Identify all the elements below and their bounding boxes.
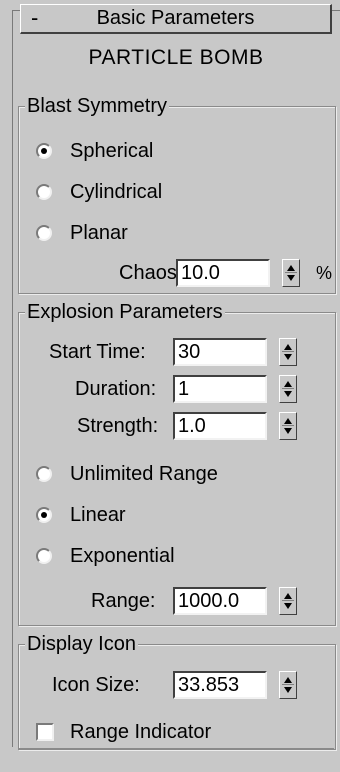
start-time-input[interactable]: 30 bbox=[173, 338, 267, 366]
range-input[interactable]: 1000.0 bbox=[173, 587, 267, 615]
range-indicator-label: Range Indicator bbox=[70, 721, 212, 743]
spinner-up-icon[interactable] bbox=[284, 593, 292, 599]
start-time-label: Start Time: bbox=[49, 341, 146, 363]
strength-label: Strength: bbox=[77, 415, 159, 437]
chaos-label: Chaos: bbox=[119, 262, 183, 284]
blast-symmetry-legend: Blast Symmetry bbox=[25, 93, 170, 119]
spinner-up-icon[interactable] bbox=[284, 677, 292, 683]
spinner-up-icon[interactable] bbox=[287, 265, 295, 271]
spinner-down-icon[interactable] bbox=[284, 428, 292, 434]
spinner-down-icon[interactable] bbox=[284, 391, 292, 397]
radio-unlimited-range[interactable]: Unlimited Range bbox=[36, 459, 296, 489]
radio-planar[interactable]: Planar bbox=[36, 218, 236, 248]
spinner-up-icon[interactable] bbox=[284, 381, 292, 387]
radio-label-linear: Linear bbox=[70, 504, 126, 526]
chaos-unit-label: % bbox=[316, 263, 333, 283]
duration-input[interactable]: 1 bbox=[173, 375, 267, 403]
start-time-spinner[interactable] bbox=[279, 338, 297, 366]
duration-label: Duration: bbox=[75, 378, 157, 400]
radio-cylindrical[interactable]: Cylindrical bbox=[36, 177, 236, 207]
radio-label-cylindrical: Cylindrical bbox=[70, 181, 163, 203]
chaos-input[interactable]: 10.0 bbox=[176, 259, 270, 287]
rollout-header[interactable]: - Basic Parameters bbox=[20, 4, 332, 34]
radio-spherical[interactable]: Spherical bbox=[36, 136, 236, 166]
spinner-up-icon[interactable] bbox=[284, 418, 292, 424]
radio-button-icon[interactable] bbox=[36, 466, 52, 482]
radio-label-planar: Planar bbox=[70, 222, 128, 244]
checkbox-icon[interactable] bbox=[36, 723, 54, 741]
spinner-down-icon[interactable] bbox=[284, 354, 292, 360]
strength-input[interactable]: 1.0 bbox=[173, 412, 267, 440]
radio-button-icon[interactable] bbox=[36, 143, 52, 159]
strength-spinner[interactable] bbox=[279, 412, 297, 440]
radio-linear[interactable]: Linear bbox=[36, 500, 236, 530]
radio-button-icon[interactable] bbox=[36, 507, 52, 523]
object-type-label: PARTICLE BOMB bbox=[88, 46, 264, 69]
display-icon-legend: Display Icon bbox=[25, 631, 138, 657]
radio-button-icon[interactable] bbox=[36, 184, 52, 200]
radio-exponential[interactable]: Exponential bbox=[36, 541, 236, 571]
chaos-spinner[interactable] bbox=[282, 259, 300, 287]
range-indicator-checkbox[interactable]: Range Indicator bbox=[36, 717, 276, 747]
radio-label-spherical: Spherical bbox=[70, 140, 154, 162]
spinner-down-icon[interactable] bbox=[284, 603, 292, 609]
rollout-title: Basic Parameters bbox=[96, 7, 255, 29]
icon-size-input[interactable]: 33.853 bbox=[173, 671, 267, 699]
radio-button-icon[interactable] bbox=[36, 548, 52, 564]
spinner-down-icon[interactable] bbox=[284, 687, 292, 693]
radio-label-exponential: Exponential bbox=[70, 545, 175, 567]
basic-parameters-panel: - Basic Parameters PARTICLE BOMB Blast S… bbox=[0, 0, 340, 772]
spinner-up-icon[interactable] bbox=[284, 344, 292, 350]
radio-button-icon[interactable] bbox=[36, 225, 52, 241]
icon-size-label: Icon Size: bbox=[52, 674, 140, 696]
icon-size-spinner[interactable] bbox=[279, 671, 297, 699]
explosion-parameters-legend: Explosion Parameters bbox=[25, 299, 225, 325]
range-label: Range: bbox=[91, 590, 156, 612]
spinner-down-icon[interactable] bbox=[287, 275, 295, 281]
rollout-bottom-edge bbox=[18, 748, 334, 749]
range-spinner[interactable] bbox=[279, 587, 297, 615]
radio-label-unlimited-range: Unlimited Range bbox=[70, 463, 218, 485]
duration-spinner[interactable] bbox=[279, 375, 297, 403]
